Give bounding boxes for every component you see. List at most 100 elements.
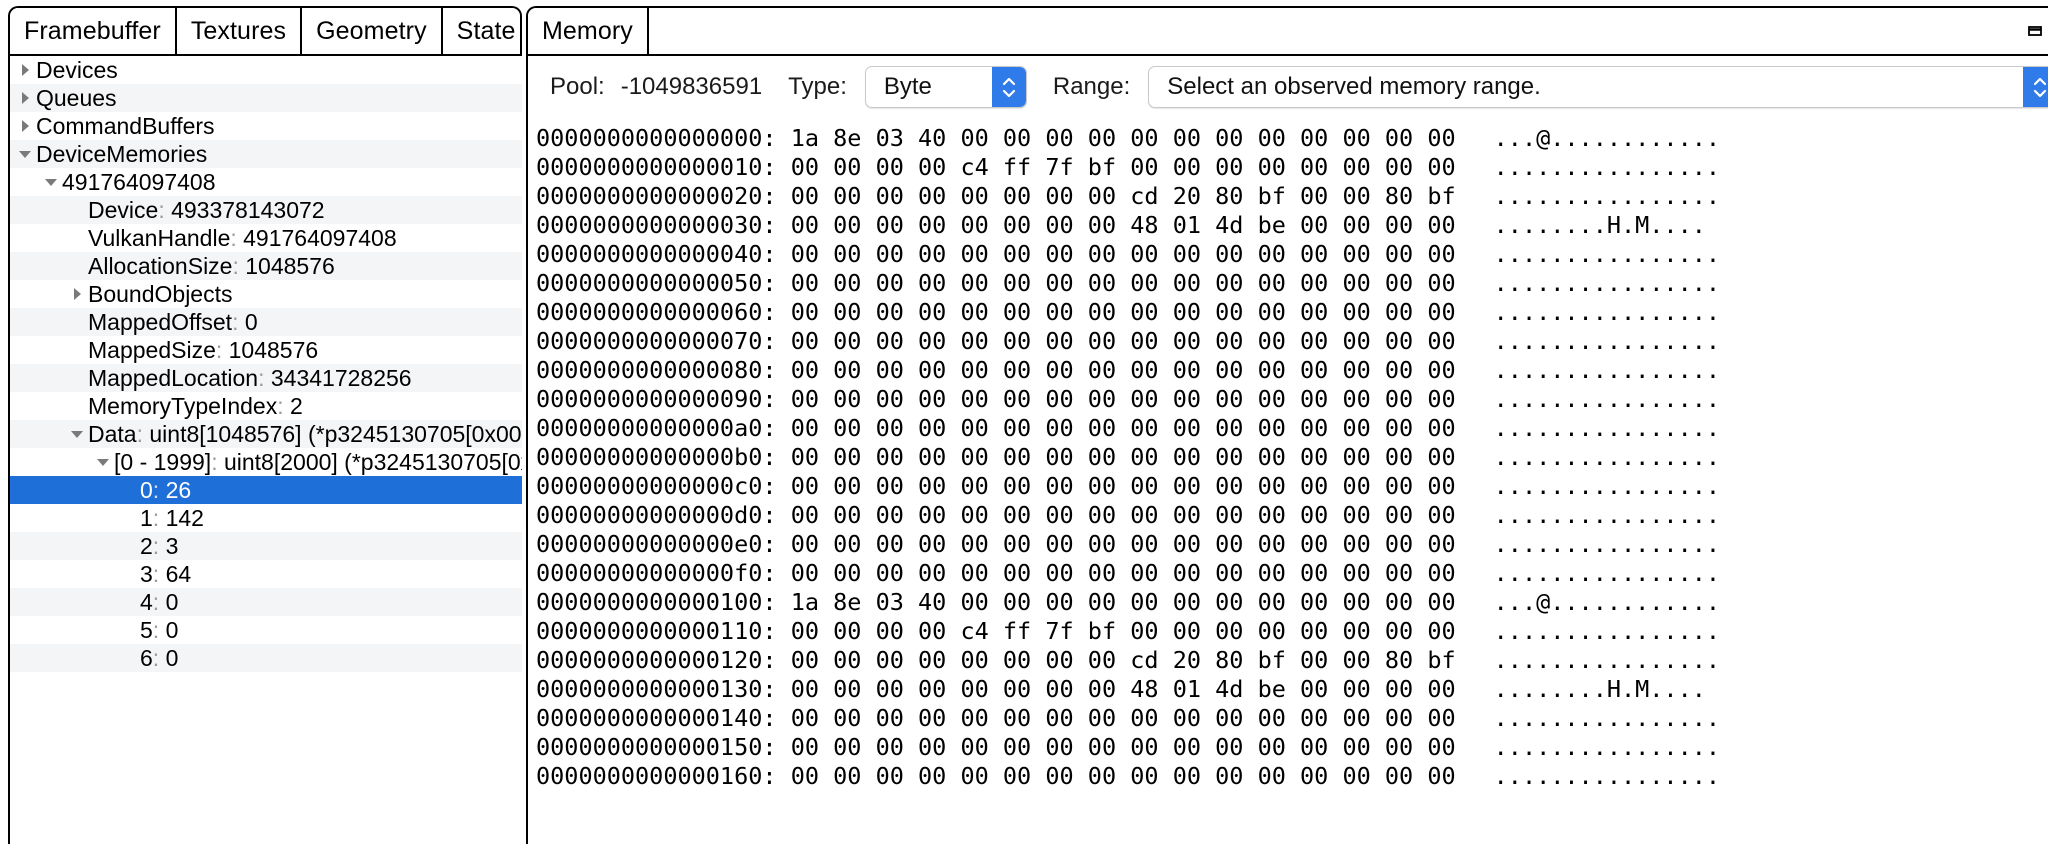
- hex-dump-address: 00000000000000c0:: [536, 472, 777, 500]
- tree-row[interactable]: 1: 142: [10, 504, 522, 532]
- hex-dump-row: 0000000000000080: 00 00 00 00 00 00 00 0…: [536, 356, 2048, 385]
- tree-row[interactable]: BoundObjects: [10, 280, 522, 308]
- tree-row-label: 2: [140, 533, 153, 559]
- tree-row[interactable]: DeviceMemories: [10, 140, 522, 168]
- tab-geometry[interactable]: Geometry: [302, 8, 443, 54]
- hex-dump-bytes: 00 00 00 00 00 00 00 00 00 00 00 00 00 0…: [790, 269, 1456, 297]
- hex-dump-address: 0000000000000090:: [536, 385, 777, 413]
- tree-row-label: VulkanHandle: [88, 225, 231, 251]
- hex-dump-row: 0000000000000000: 1a 8e 03 40 00 00 00 0…: [536, 124, 2048, 153]
- tree-row[interactable]: Devices: [10, 56, 522, 84]
- memory-toolbar: Pool: -1049836591 Type: Byte Range: Sele…: [528, 56, 2048, 118]
- hex-dump-row: 00000000000000b0: 00 00 00 00 00 00 00 0…: [536, 443, 2048, 472]
- tree-row[interactable]: 5: 0: [10, 616, 522, 644]
- hex-dump-ascii: ................: [1493, 762, 1721, 790]
- memory-panel: Memory Pool: -1049836591 Type: Byte Rang…: [522, 0, 2048, 844]
- hex-dump-row: 0000000000000090: 00 00 00 00 00 00 00 0…: [536, 385, 2048, 414]
- tree-row-label: 5: [140, 617, 153, 643]
- hex-dump-ascii: ................: [1493, 356, 1721, 384]
- hex-dump-bytes: 00 00 00 00 00 00 00 00 00 00 00 00 00 0…: [790, 733, 1456, 761]
- tree-row-label: CommandBuffers: [36, 113, 215, 139]
- tab-textures[interactable]: Textures: [176, 8, 303, 54]
- hex-dump-bytes: 00 00 00 00 c4 ff 7f bf 00 00 00 00 00 0…: [790, 153, 1456, 181]
- type-select[interactable]: Byte: [864, 66, 1027, 108]
- tree-row-value: 1048576: [222, 337, 319, 363]
- hex-dump-address: 0000000000000080:: [536, 356, 777, 384]
- tree-row[interactable]: CommandBuffers: [10, 112, 522, 140]
- tree-row[interactable]: 6: 0: [10, 644, 522, 672]
- type-label: Type:: [788, 73, 847, 100]
- tree-row[interactable]: AllocationSize: 1048576: [10, 252, 522, 280]
- hex-dump-bytes: 00 00 00 00 00 00 00 00 00 00 00 00 00 0…: [790, 559, 1456, 587]
- tree-row-label: AllocationSize: [88, 253, 233, 279]
- tree-row[interactable]: Data: uint8[1048576] (*p3245130705[0x000: [10, 420, 522, 448]
- hex-dump-ascii: ................: [1493, 327, 1721, 355]
- tree-row[interactable]: 2: 3: [10, 532, 522, 560]
- tree-row[interactable]: 491764097408: [10, 168, 522, 196]
- tree-row-label: Devices: [36, 57, 118, 83]
- tree-row[interactable]: Queues: [10, 84, 522, 112]
- tree-row-label: MappedLocation: [88, 365, 259, 391]
- hex-dump-row: 0000000000000020: 00 00 00 00 00 00 00 0…: [536, 182, 2048, 211]
- hex-dump-bytes: 00 00 00 00 00 00 00 00 00 00 00 00 00 0…: [790, 704, 1456, 732]
- hex-dump-row: 00000000000000e0: 00 00 00 00 00 00 00 0…: [536, 530, 2048, 559]
- hex-dump[interactable]: 0000000000000000: 1a 8e 03 40 00 00 00 0…: [528, 118, 2048, 791]
- hex-dump-bytes: 00 00 00 00 00 00 00 00 cd 20 80 bf 00 0…: [790, 646, 1456, 674]
- hex-dump-address: 0000000000000120:: [536, 646, 777, 674]
- tree-row-label: MappedOffset: [88, 309, 233, 335]
- hex-dump-row: 0000000000000130: 00 00 00 00 00 00 00 0…: [536, 675, 2048, 704]
- tree-row[interactable]: MappedSize: 1048576: [10, 336, 522, 364]
- hex-dump-row: 00000000000000c0: 00 00 00 00 00 00 00 0…: [536, 472, 2048, 501]
- tree-row-label: 3: [140, 561, 153, 587]
- tree-row[interactable]: MappedLocation: 34341728256: [10, 364, 522, 392]
- disclosure-triangle-collapsed-icon[interactable]: [14, 62, 36, 78]
- tree-row-value: 2: [283, 393, 303, 419]
- memory-body: Pool: -1049836591 Type: Byte Range: Sele…: [526, 54, 2048, 844]
- state-tree-container[interactable]: Devices Queues CommandBuffers DeviceMemorie…: [8, 54, 522, 844]
- tree-row[interactable]: 0: 26: [10, 476, 522, 504]
- tree-row-label: MappedSize: [88, 337, 216, 363]
- tree-row-value: uint8[1048576] (*p3245130705[0x000: [142, 421, 522, 447]
- minimize-window-button[interactable]: [2012, 8, 2048, 54]
- tab-memory-label: Memory: [542, 16, 633, 45]
- hex-dump-row: 00000000000000a0: 00 00 00 00 00 00 00 0…: [536, 414, 2048, 443]
- tree-row-value: 0: [159, 645, 179, 671]
- tree-row-value: 493378143072: [164, 197, 325, 223]
- disclosure-triangle-expanded-icon[interactable]: [14, 146, 36, 162]
- tab-framebuffer[interactable]: Framebuffer: [10, 8, 177, 54]
- hex-dump-ascii: ................: [1493, 501, 1721, 529]
- hex-dump-bytes: 00 00 00 00 00 00 00 00 00 00 00 00 00 0…: [790, 501, 1456, 529]
- state-panel: Framebuffer Textures Geometry State » 2: [0, 0, 522, 844]
- hex-dump-ascii: ........H.M....: [1493, 211, 1706, 239]
- hex-dump-ascii: ................: [1493, 559, 1721, 587]
- disclosure-triangle-collapsed-icon[interactable]: [14, 118, 36, 134]
- hex-dump-ascii: ................: [1493, 240, 1721, 268]
- hex-dump-ascii: ................: [1493, 298, 1721, 326]
- state-tree: Devices Queues CommandBuffers DeviceMemorie…: [10, 56, 522, 672]
- disclosure-triangle-expanded-icon[interactable]: [92, 454, 114, 470]
- tree-row[interactable]: [0 - 1999]: uint8[2000] (*p3245130705[0x: [10, 448, 522, 476]
- hex-dump-address: 0000000000000140:: [536, 704, 777, 732]
- hex-dump-address: 0000000000000130:: [536, 675, 777, 703]
- hex-dump-bytes: 00 00 00 00 00 00 00 00 00 00 00 00 00 0…: [790, 472, 1456, 500]
- disclosure-triangle-expanded-icon[interactable]: [66, 426, 88, 442]
- disclosure-triangle-collapsed-icon[interactable]: [66, 286, 88, 302]
- tab-state[interactable]: State: [442, 8, 520, 54]
- tree-row[interactable]: VulkanHandle: 491764097408: [10, 224, 522, 252]
- disclosure-triangle-expanded-icon[interactable]: [40, 174, 62, 190]
- disclosure-triangle-collapsed-icon[interactable]: [14, 90, 36, 106]
- tree-row-label: 1: [140, 505, 153, 531]
- hex-dump-ascii: ................: [1493, 733, 1721, 761]
- tree-row[interactable]: MemoryTypeIndex: 2: [10, 392, 522, 420]
- range-select[interactable]: Select an observed memory range.: [1148, 66, 2048, 108]
- tab-geometry-label: Geometry: [316, 16, 427, 45]
- hex-dump-address: 00000000000000f0:: [536, 559, 777, 587]
- tree-row[interactable]: 4: 0: [10, 588, 522, 616]
- right-tabbar-spacer: [649, 8, 2012, 54]
- tree-row[interactable]: 3: 64: [10, 560, 522, 588]
- tab-memory[interactable]: Memory: [528, 8, 649, 54]
- tree-row[interactable]: Device: 493378143072: [10, 196, 522, 224]
- tree-row[interactable]: MappedOffset: 0: [10, 308, 522, 336]
- hex-dump-row: 0000000000000030: 00 00 00 00 00 00 00 0…: [536, 211, 2048, 240]
- hex-dump-ascii: ...@............: [1493, 588, 1721, 616]
